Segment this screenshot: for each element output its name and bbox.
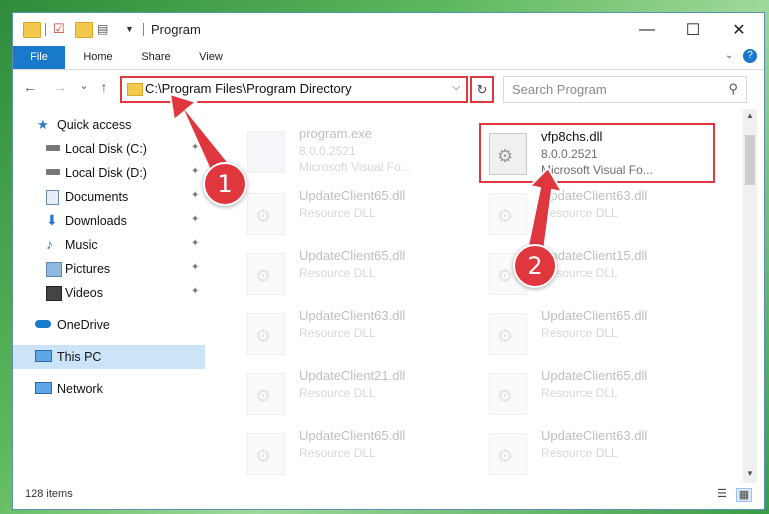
step-2-badge: 2 bbox=[513, 244, 557, 288]
arrow-2 bbox=[526, 166, 564, 252]
step-1-badge: 1 bbox=[203, 162, 247, 206]
annotation-arrows bbox=[168, 92, 564, 252]
